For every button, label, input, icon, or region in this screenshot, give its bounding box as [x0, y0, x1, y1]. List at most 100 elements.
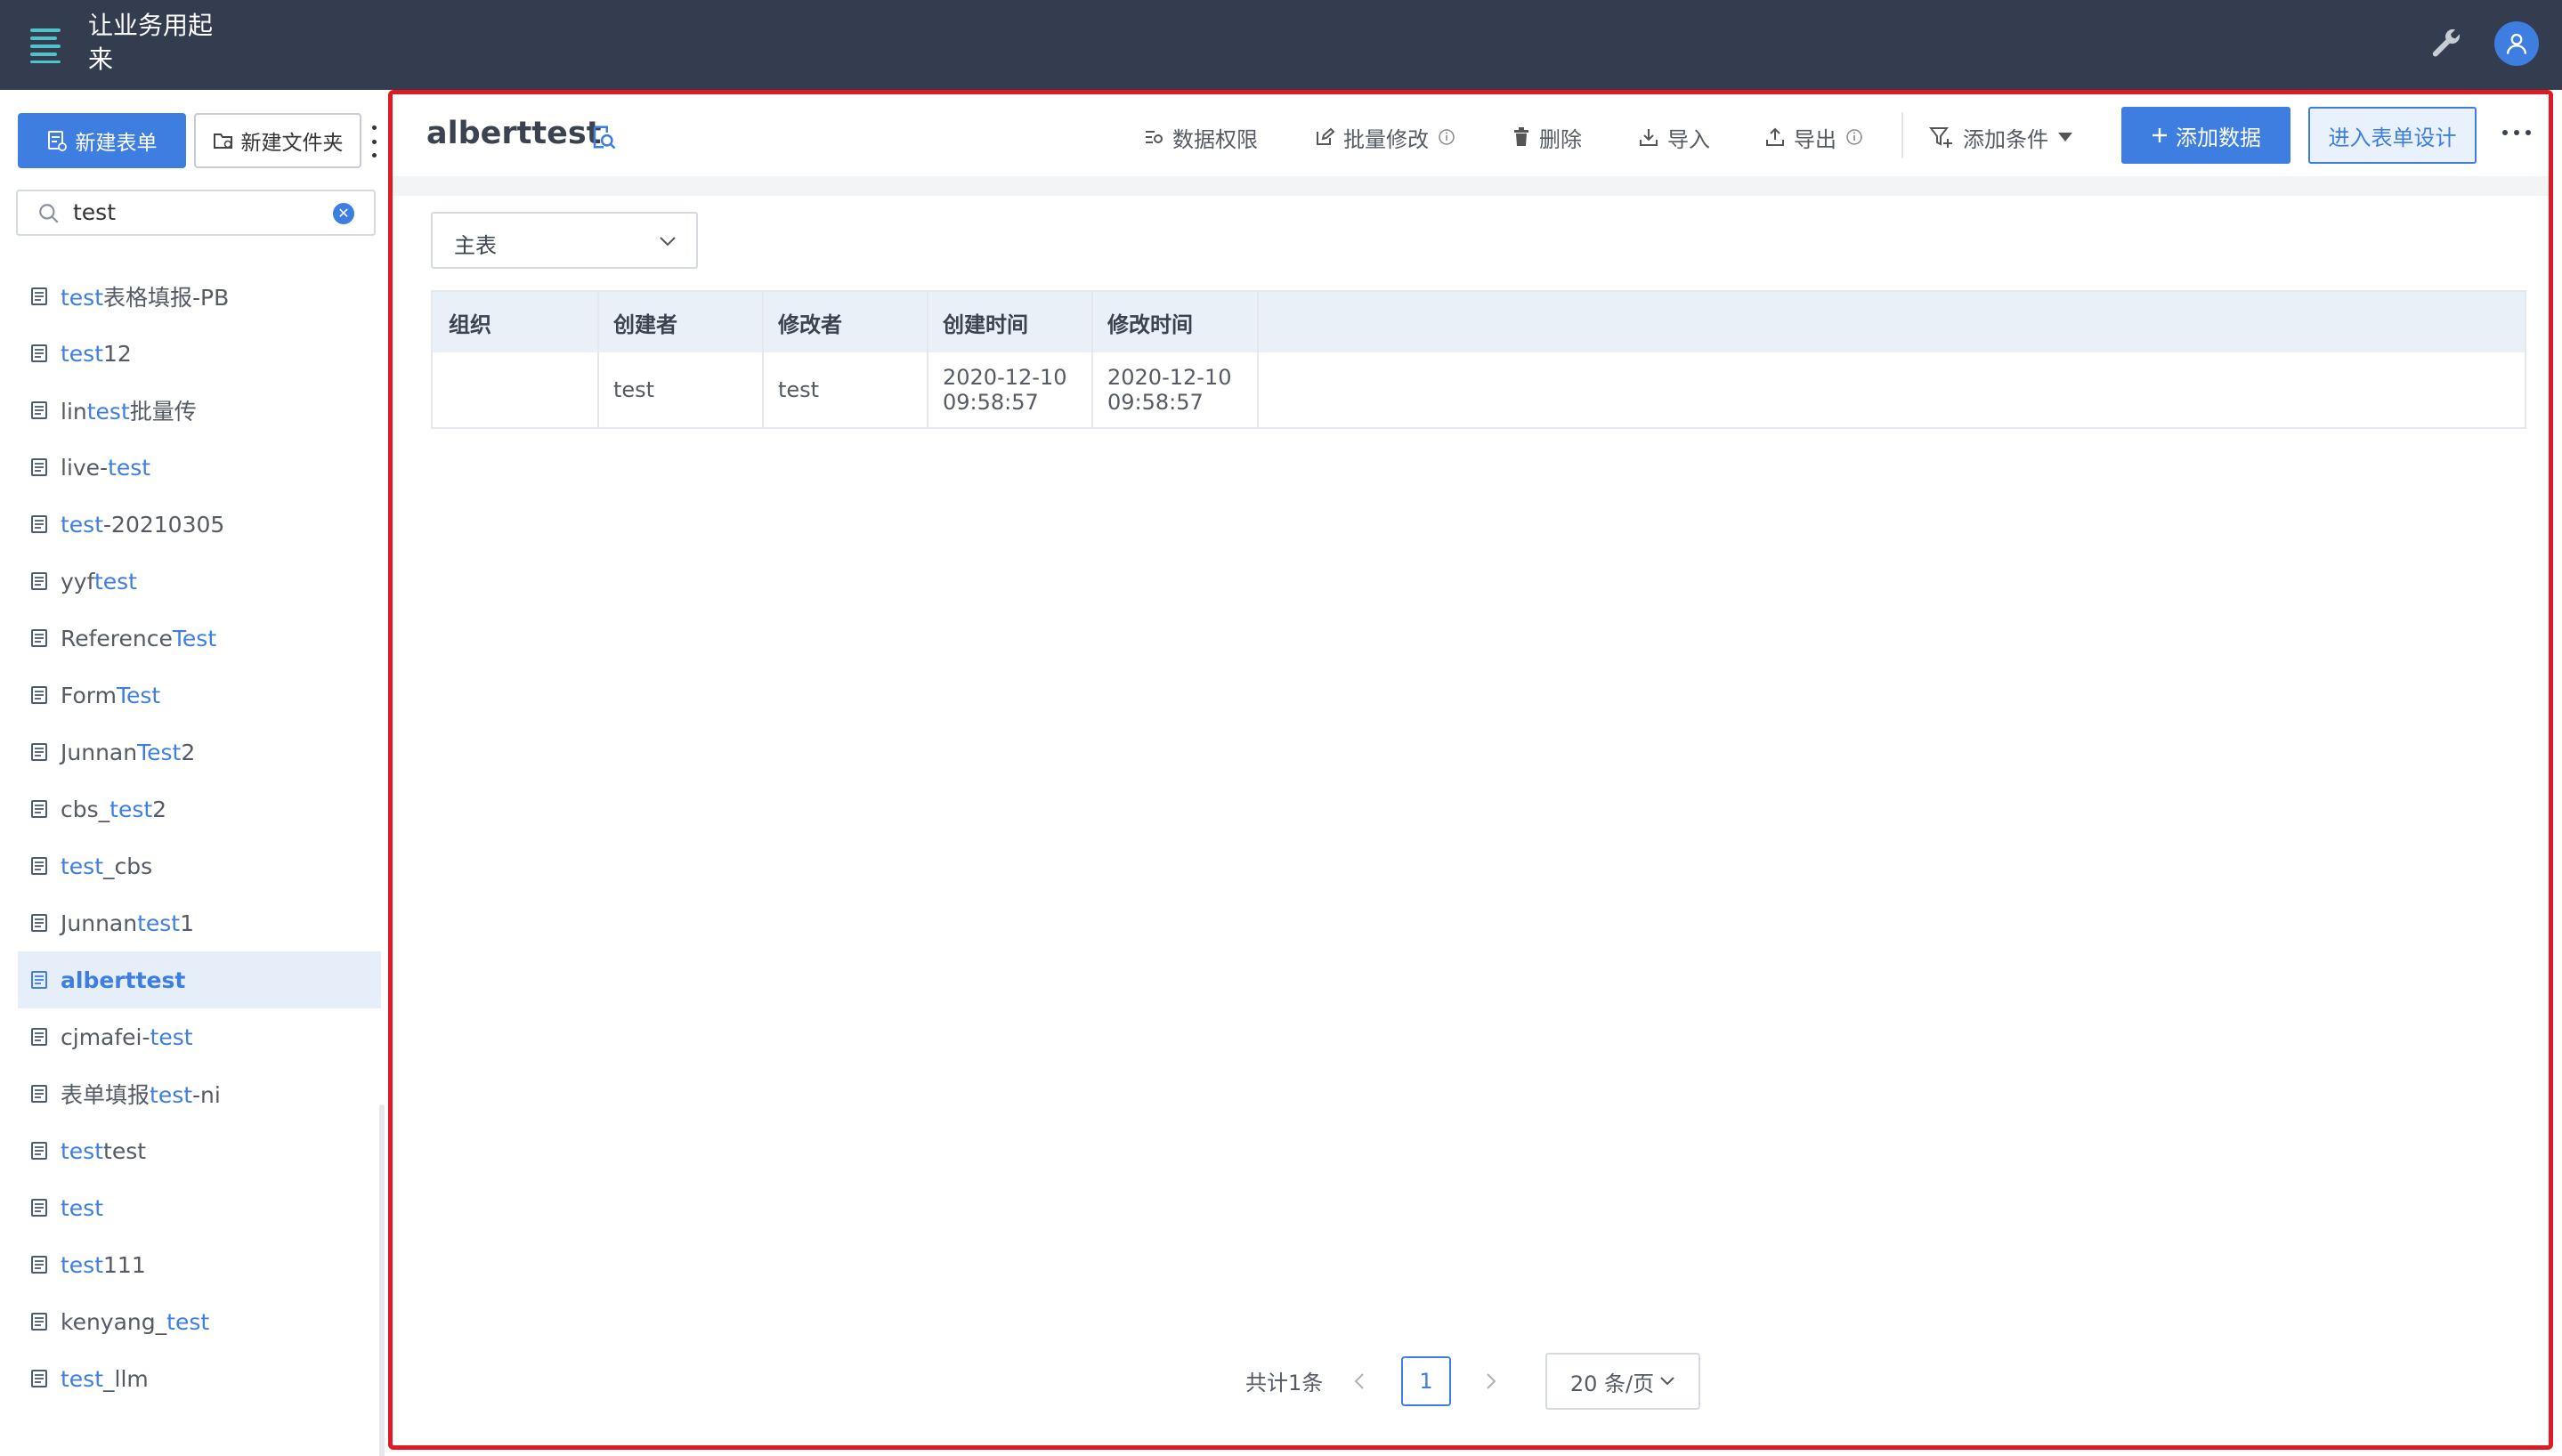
sidebar-form-label: test表格填报-PB [61, 280, 229, 312]
info-icon[interactable] [1845, 128, 1863, 146]
sidebar-scrollbar[interactable] [379, 1104, 385, 1456]
column-divider [1257, 292, 1259, 352]
form-label-part: yyf [61, 568, 94, 595]
form-icon [31, 686, 47, 704]
import-button[interactable]: 导入 [1639, 121, 1710, 153]
form-icon [31, 458, 47, 476]
pagination: 共计1条 1 20 条/页 [393, 1353, 2549, 1410]
sidebar-form-item[interactable]: live-test [18, 439, 381, 496]
sidebar-form-item[interactable]: test111 [18, 1236, 381, 1293]
sidebar-form-item[interactable]: test [18, 1179, 381, 1236]
form-icon [31, 971, 47, 989]
menu-icon[interactable] [28, 25, 62, 64]
table-cell: test [778, 377, 820, 402]
chevron-down-icon [1660, 1377, 1674, 1386]
sidebar-more-icon[interactable] [369, 125, 379, 158]
form-label-part: Form [61, 682, 117, 708]
sidebar-form-item[interactable]: test表格填报-PB [18, 268, 381, 325]
form-label-part: test [61, 1365, 104, 1392]
form-label-part: test [86, 399, 130, 425]
add-data-button[interactable]: 添加数据 [2121, 107, 2290, 164]
sidebar-form-label: yyftest [61, 569, 137, 595]
sidebar-form-label: test111 [61, 1252, 146, 1278]
form-label-part: _llm [103, 1365, 149, 1392]
sidebar-form-item[interactable]: yyftest [18, 553, 381, 610]
form-label-part: test [61, 1194, 104, 1221]
column-divider [597, 352, 599, 427]
table-row[interactable]: test test 2020-12-10 09:58:57 2020-12-10 09… [433, 352, 2525, 427]
sidebar-form-item[interactable]: alberttest [18, 951, 381, 1008]
clear-search-icon[interactable]: ✕ [333, 203, 354, 224]
form-label-part: test [61, 1137, 104, 1164]
sidebar-form-item[interactable]: test-20210305 [18, 496, 381, 553]
column-header[interactable]: 修改时间 [1091, 292, 1257, 352]
sidebar-form-item[interactable]: test_cbs [18, 837, 381, 894]
form-label-part: lin [61, 399, 87, 425]
delete-button[interactable]: 删除 [1512, 121, 1582, 153]
form-icon [31, 1199, 47, 1217]
form-label-part: 12 [103, 340, 132, 367]
info-icon[interactable] [1438, 128, 1455, 146]
sidebar-form-label: test [61, 1195, 103, 1221]
form-icon [31, 515, 47, 533]
wrench-icon[interactable] [2428, 27, 2464, 62]
column-divider [927, 292, 928, 352]
table-select[interactable]: 主表 [431, 212, 698, 269]
top-bar: 让业务用起来 [0, 0, 2562, 90]
form-label-part: test [61, 285, 104, 311]
table-select-value: 主表 [454, 233, 497, 258]
form-label-part: test [166, 1308, 210, 1335]
form-icon [31, 1028, 47, 1046]
sidebar-form-label: kenyang_test [61, 1309, 209, 1335]
user-avatar[interactable] [2494, 21, 2539, 66]
form-icon [31, 1256, 47, 1274]
preview-form-icon[interactable] [590, 124, 617, 150]
form-label-part: Junnan [61, 910, 138, 936]
sidebar-form-item[interactable]: cbs_test2 [18, 781, 381, 837]
sidebar-form-item[interactable]: FormTest [18, 667, 381, 724]
form-icon [31, 857, 47, 875]
form-label-part: kenyang_ [61, 1308, 167, 1335]
column-header[interactable]: 创建者 [597, 292, 762, 352]
sidebar-form-item[interactable]: Junnantest1 [18, 894, 381, 951]
form-label-part: alberttest [61, 967, 186, 993]
data-permission-icon [1146, 131, 1163, 143]
sidebar-form-item[interactable]: test12 [18, 325, 381, 382]
search-input[interactable]: test [73, 199, 116, 225]
page-size-select[interactable]: 20 条/页 [1545, 1353, 1700, 1410]
form-icon [31, 287, 47, 305]
column-header[interactable] [1257, 292, 2525, 352]
table-cell [433, 352, 597, 427]
sidebar-form-item[interactable]: JunnanTest2 [18, 724, 381, 781]
sidebar-form-item[interactable]: lintest批量传 [18, 382, 381, 439]
sidebar-form-item[interactable]: 表单填报test-ni [18, 1065, 381, 1122]
chevron-right-icon[interactable] [1482, 1371, 1500, 1392]
more-options-icon[interactable] [2502, 130, 2531, 139]
new-folder-button[interactable]: 新建文件夹 [194, 113, 361, 168]
sidebar-form-item[interactable]: kenyang_test [18, 1293, 381, 1350]
column-header[interactable]: 组织 [433, 292, 597, 352]
column-divider [597, 292, 599, 352]
form-label-part: 2 [181, 739, 196, 765]
sidebar-form-item[interactable]: test_llm [18, 1350, 381, 1407]
sidebar-form-item[interactable]: testtest [18, 1122, 381, 1179]
form-search[interactable]: test ✕ [16, 190, 376, 236]
new-form-button[interactable]: 新建表单 [18, 113, 186, 168]
enter-form-design-button[interactable]: 进入表单设计 [2308, 107, 2477, 164]
batch-edit-button[interactable]: 批量修改 [1315, 121, 1455, 153]
column-header[interactable]: 修改者 [762, 292, 927, 352]
new-folder-label: 新建文件夹 [240, 132, 344, 155]
form-label-part: Test [137, 739, 182, 765]
column-divider [762, 352, 764, 427]
column-header[interactable]: 创建时间 [927, 292, 1091, 352]
chevron-left-icon[interactable] [1350, 1371, 1368, 1392]
form-label-part: Junnan [61, 739, 138, 765]
add-condition-button[interactable]: 添加条件 [1929, 121, 2073, 153]
sidebar-form-item[interactable]: cjmafei-test [18, 1008, 381, 1065]
main-header: alberttest 数据权限 批量修改 删除 导入 导出 添加条件 添加数据 … [393, 94, 2549, 176]
data-permission-button[interactable]: 数据权限 [1144, 121, 1258, 153]
sidebar-form-item[interactable]: ReferenceTest [18, 610, 381, 667]
form-label-part: 111 [103, 1251, 146, 1278]
page-number-button[interactable]: 1 [1401, 1356, 1451, 1406]
export-button[interactable]: 导出 [1765, 121, 1863, 153]
